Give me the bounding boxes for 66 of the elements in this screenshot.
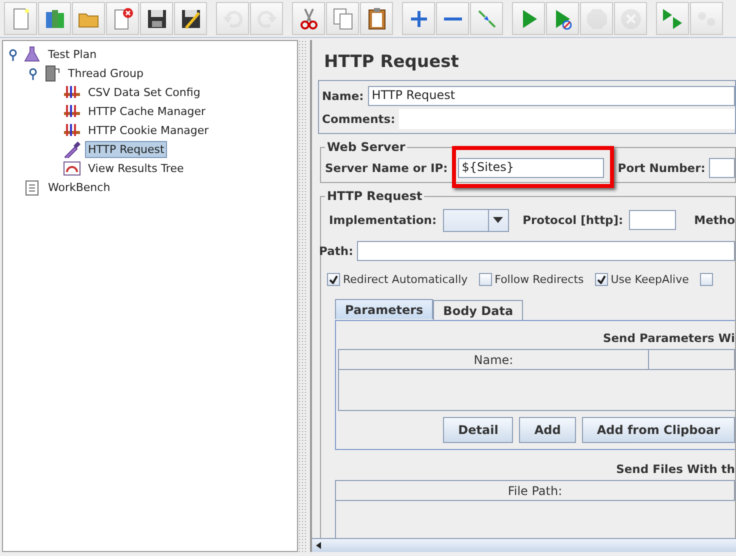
test-tube-rack-icon	[63, 84, 81, 101]
pipette-icon	[63, 141, 81, 158]
clipboard-list-icon	[23, 179, 41, 196]
check-icon	[596, 274, 606, 284]
server-label: Server Name or IP:	[325, 161, 448, 175]
stop-icon	[584, 6, 608, 30]
caret-icon	[493, 217, 504, 223]
close-circle-icon	[618, 6, 642, 30]
tree-item[interactable]: Test Plan	[45, 46, 100, 63]
checkbox-label: Use KeepAlive	[610, 272, 689, 286]
group-title: Web Server	[326, 140, 406, 154]
checkbox[interactable]	[478, 272, 492, 286]
action-button[interactable]: Add	[519, 417, 576, 443]
expanded-handle-icon[interactable]	[29, 68, 39, 80]
panel-title: HTTP Request	[324, 52, 460, 72]
splitter-handle[interactable]	[298, 40, 307, 554]
tree-item[interactable]: CSV Data Set Config	[85, 84, 204, 101]
toolbar-button[interactable]	[292, 2, 325, 35]
protocol-field[interactable]	[629, 210, 676, 230]
check-icon	[329, 274, 338, 284]
group-title: HTTP Request	[326, 189, 424, 203]
method-label: Metho	[694, 213, 735, 227]
copy-icon	[330, 6, 354, 30]
name-label: Name:	[322, 88, 364, 102]
double-play-icon	[660, 6, 684, 30]
tree-item[interactable]: Thread Group	[65, 65, 146, 82]
minus-icon	[444, 16, 462, 20]
name-field[interactable]: HTTP Request	[368, 86, 735, 106]
test-tube-rack-icon	[63, 122, 81, 139]
implementation-label: Implementation:	[329, 213, 437, 227]
checkbox[interactable]	[327, 272, 340, 286]
comments-field[interactable]	[399, 108, 735, 128]
column-header: File Path:	[336, 481, 735, 501]
implementation-dropdown[interactable]	[442, 208, 509, 232]
comments-label: Comments:	[322, 112, 396, 126]
section-heading: Send Files With th	[615, 461, 735, 478]
server-field[interactable]: ${Sites}	[458, 158, 604, 178]
checkbox[interactable]	[594, 272, 608, 286]
checkbox-label: Follow Redirects	[494, 272, 584, 286]
toolbar-button[interactable]	[140, 2, 173, 35]
test-tube-rack-icon	[63, 103, 81, 120]
path-label: Path:	[319, 244, 354, 258]
tree-item[interactable]: View Results Tree	[85, 160, 187, 177]
tree-item[interactable]: HTTP Cache Manager	[85, 103, 209, 120]
action-button[interactable]: Detail	[443, 417, 514, 443]
checkbox-label: Redirect Automatically	[343, 272, 468, 286]
port-field[interactable]	[709, 158, 735, 178]
horizontal-scrollbar[interactable]	[312, 538, 736, 552]
path-field[interactable]	[357, 241, 735, 261]
column-header: Name:	[339, 350, 649, 370]
spool-icon	[43, 65, 61, 82]
tab[interactable]: Body Data	[433, 300, 524, 320]
gauge-icon	[63, 160, 81, 177]
tree-item[interactable]: HTTP Cookie Manager	[85, 122, 212, 139]
toolbar-button[interactable]	[360, 2, 393, 35]
tree-item[interactable]: WorkBench	[45, 179, 114, 196]
flask-icon	[23, 46, 41, 63]
port-label: Port Number:	[618, 161, 706, 175]
action-button[interactable]: Add from Clipboar	[582, 417, 735, 443]
tree-item[interactable]: HTTP Request	[85, 141, 168, 158]
checkbox[interactable]	[700, 272, 713, 286]
section-heading: Send Parameters Wi	[602, 330, 735, 347]
tab[interactable]: Parameters	[335, 299, 434, 319]
protocol-label: Protocol [http]:	[522, 213, 624, 227]
expanded-handle-icon[interactable]	[9, 48, 19, 60]
toolbar-button[interactable]	[174, 2, 207, 35]
